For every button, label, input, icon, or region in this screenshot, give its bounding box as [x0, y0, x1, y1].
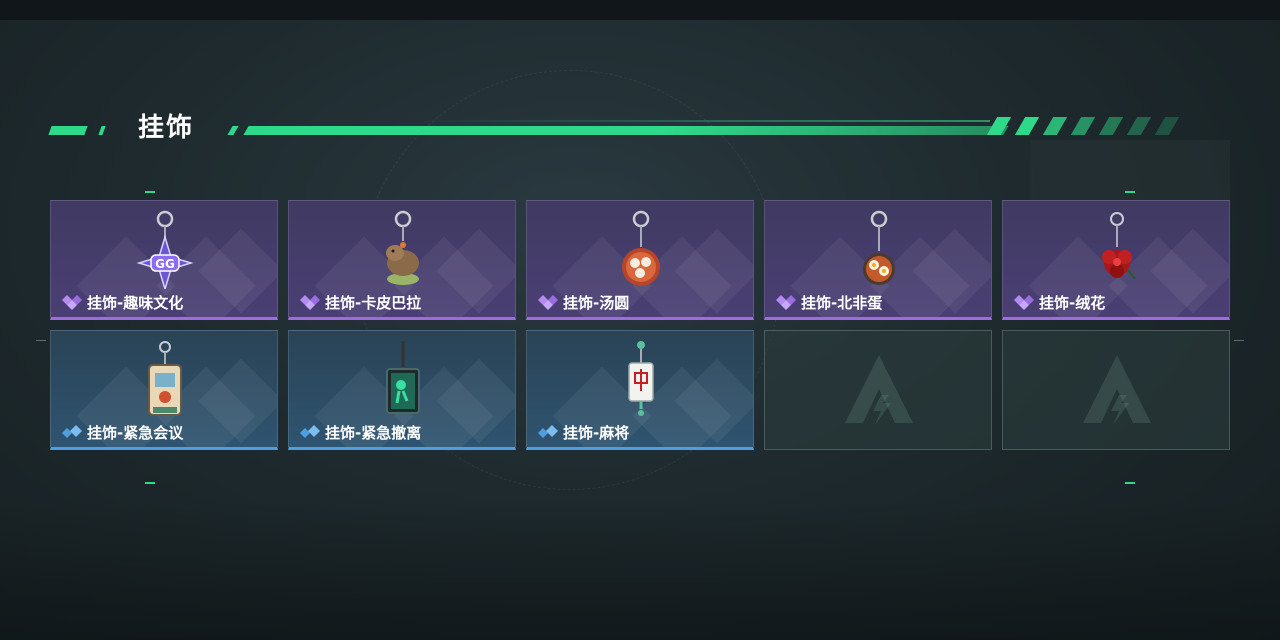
charm-name: 挂饰-紧急撤离 — [325, 423, 422, 442]
tangyuan-bowl-charm-icon — [622, 210, 660, 286]
charm-card[interactable]: 挂饰-汤圆 — [526, 200, 754, 320]
gg-star-charm-icon: GG — [136, 210, 194, 289]
game-logo-placeholder-icon — [1083, 355, 1151, 425]
header-checker-pattern — [986, 117, 1188, 135]
charm-name: 挂饰-趣味文化 — [87, 293, 184, 312]
purple-rarity-diamond-icon — [1014, 295, 1034, 310]
charm-card[interactable]: 挂饰-紧急撤离 — [288, 330, 516, 450]
grid-marker — [1125, 191, 1135, 193]
emergency-evacuation-charm-icon — [386, 341, 420, 414]
charm-card[interactable]: GG 挂饰-趣味文化 — [50, 200, 278, 320]
charm-label: 挂饰-汤圆 — [537, 291, 629, 313]
purple-rarity-diamond-icon — [538, 295, 558, 310]
svg-text:GG: GG — [155, 257, 175, 271]
charm-name: 挂饰-麻将 — [563, 423, 630, 442]
game-logo-placeholder-icon — [845, 355, 913, 425]
empty-slot — [764, 330, 992, 450]
grid-marker — [145, 191, 155, 193]
header-accent-bar — [48, 126, 88, 135]
charm-card[interactable]: 挂饰-麻将 — [526, 330, 754, 450]
charm-name: 挂饰-汤圆 — [563, 293, 630, 312]
charm-card[interactable]: 挂饰-北非蛋 — [764, 200, 992, 320]
charm-label: 挂饰-趣味文化 — [61, 291, 183, 313]
charm-label: 挂饰-绒花 — [1013, 291, 1105, 313]
purple-rarity-diamond-icon — [62, 295, 82, 310]
header-accent-tick — [98, 126, 106, 135]
purple-rarity-diamond-icon — [300, 295, 320, 310]
emergency-meeting-charm-icon — [148, 341, 182, 416]
top-strip — [0, 0, 1280, 20]
side-tick — [36, 340, 46, 341]
mahjong-tile-charm-icon — [628, 341, 654, 416]
header-thin-line — [420, 120, 990, 122]
section-title: 挂饰 — [138, 113, 195, 143]
grid-marker — [1125, 482, 1135, 484]
charm-name: 挂饰-北非蛋 — [801, 293, 883, 312]
red-velvet-flower-charm-icon — [1102, 212, 1136, 280]
header-line — [243, 126, 1009, 135]
charm-name: 挂饰-绒花 — [1039, 293, 1106, 312]
charm-label: 挂饰-紧急撤离 — [299, 421, 421, 443]
capybara-charm-icon — [386, 210, 419, 285]
shakshuka-pan-charm-icon — [863, 210, 895, 285]
charm-card[interactable]: 挂饰-紧急会议 — [50, 330, 278, 450]
blue-rarity-diamond-icon — [538, 425, 558, 438]
blue-rarity-diamond-icon — [300, 425, 320, 438]
charm-label: 挂饰-卡皮巴拉 — [299, 291, 421, 313]
charm-card[interactable]: 挂饰-卡皮巴拉 — [288, 200, 516, 320]
charm-name: 挂饰-紧急会议 — [87, 423, 184, 442]
blue-rarity-diamond-icon — [62, 425, 82, 438]
header-line-tick — [227, 126, 239, 135]
grid-marker — [145, 482, 155, 484]
purple-rarity-diamond-icon — [776, 295, 796, 310]
charm-card[interactable]: 挂饰-绒花 — [1002, 200, 1230, 320]
charm-label: 挂饰-麻将 — [537, 421, 629, 443]
side-tick — [1234, 340, 1244, 341]
background-ground — [0, 500, 1280, 640]
empty-slot — [1002, 330, 1230, 450]
charm-name: 挂饰-卡皮巴拉 — [325, 293, 422, 312]
charm-label: 挂饰-紧急会议 — [61, 421, 183, 443]
charm-label: 挂饰-北非蛋 — [775, 291, 882, 313]
